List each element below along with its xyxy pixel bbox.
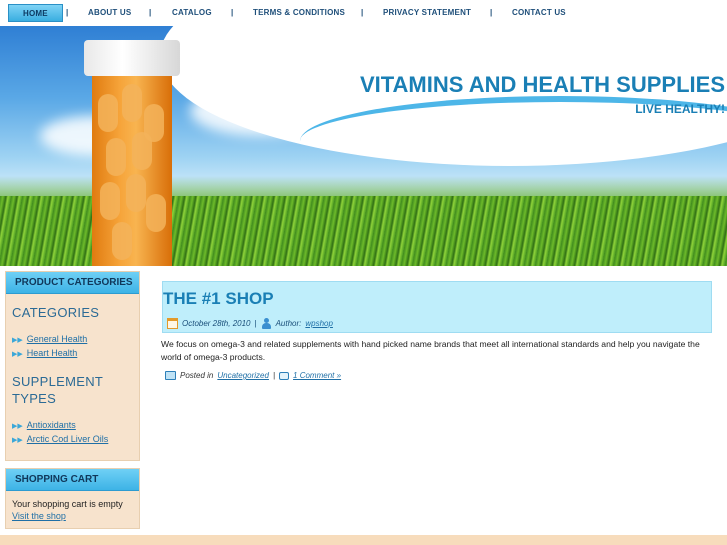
header-banner: VITAMINS AND HEALTH SUPPLIES LIVE HEALTH…	[0, 26, 727, 266]
post-body: We focus on omega-3 and related suppleme…	[161, 339, 700, 362]
top-nav: HOME | ABOUT US | CATALOG | TERMS & COND…	[0, 0, 727, 26]
list-item: ▶▶ Heart Health	[12, 347, 139, 361]
meta-separator: |	[272, 371, 276, 380]
cart-empty-text: Your shopping cart is empty	[12, 499, 123, 509]
list-item: ▶▶ Arctic Cod Liver Oils	[12, 433, 139, 447]
nav-separator: |	[490, 8, 493, 17]
posted-in-label: Posted in	[180, 371, 214, 380]
site-title[interactable]: VITAMINS AND HEALTH SUPPLIES	[360, 72, 725, 98]
post-footer: Posted in Uncategorized | 1 Comment »	[165, 371, 341, 380]
supplement-list: ▶▶ Antioxidants ▶▶ Arctic Cod Liver Oils	[12, 419, 139, 447]
supplement-types-heading: SUPPLEMENT TYPES	[12, 374, 103, 406]
nav-separator: |	[231, 8, 234, 17]
nav-home[interactable]: HOME	[8, 4, 63, 22]
nav-separator: |	[66, 8, 69, 17]
pill-bottle-image	[92, 74, 172, 266]
list-item: ▶▶ General Health	[12, 333, 139, 347]
widget-title: SHOPPING CART	[6, 469, 139, 491]
comment-icon	[279, 371, 290, 380]
nav-separator: |	[361, 8, 364, 17]
comments-link[interactable]: 1 Comment »	[293, 371, 341, 380]
post-meta: October 28th, 2010 | Author: wpshop	[167, 318, 333, 329]
footer-bar	[0, 535, 727, 545]
category-link-general-health[interactable]: General Health	[27, 334, 88, 344]
meta-separator: |	[254, 319, 257, 328]
arrow-bullet-icon: ▶▶	[12, 337, 23, 344]
calendar-icon	[167, 318, 178, 329]
shopping-cart-widget: SHOPPING CART Your shopping cart is empt…	[5, 468, 140, 529]
category-link[interactable]: Uncategorized	[217, 371, 269, 380]
post-title[interactable]: THE #1 SHOP	[163, 289, 274, 309]
category-link-heart-health[interactable]: Heart Health	[27, 348, 78, 358]
page: { "nav": { "items": ["HOME", "ABOUT US",…	[0, 0, 727, 545]
post-header: THE #1 SHOP October 28th, 2010 | Author:…	[162, 281, 712, 333]
site-tagline: LIVE HEALTHY!	[635, 102, 725, 116]
categories-list: ▶▶ General Health ▶▶ Heart Health	[12, 333, 139, 361]
post-date: October 28th, 2010	[182, 319, 251, 328]
product-categories-widget: PRODUCT CATEGORIES CATEGORIES ▶▶ General …	[5, 271, 140, 461]
bottle-cap	[84, 40, 180, 76]
supplement-link-antioxidants[interactable]: Antioxidants	[27, 420, 76, 430]
nav-separator: |	[149, 8, 152, 17]
list-item: ▶▶ Antioxidants	[12, 419, 139, 433]
visit-shop-link[interactable]: Visit the shop	[12, 511, 139, 521]
nav-terms[interactable]: TERMS & CONDITIONS	[253, 4, 345, 22]
author-label: Author:	[275, 319, 302, 328]
folder-icon	[165, 371, 176, 380]
user-icon	[261, 318, 272, 329]
supplement-link-arctic-cod-liver-oils[interactable]: Arctic Cod Liver Oils	[27, 434, 109, 444]
arrow-bullet-icon: ▶▶	[12, 437, 23, 444]
arrow-bullet-icon: ▶▶	[12, 351, 23, 358]
nav-privacy[interactable]: PRIVACY STATEMENT	[383, 4, 471, 22]
arrow-bullet-icon: ▶▶	[12, 423, 23, 430]
author-link[interactable]: wpshop	[305, 319, 333, 328]
widget-title: PRODUCT CATEGORIES	[6, 272, 139, 294]
nav-catalog[interactable]: CATALOG	[172, 4, 212, 22]
categories-heading: CATEGORIES	[12, 305, 100, 320]
nav-contact[interactable]: CONTACT US	[512, 4, 566, 22]
nav-about-us[interactable]: ABOUT US	[88, 4, 131, 22]
